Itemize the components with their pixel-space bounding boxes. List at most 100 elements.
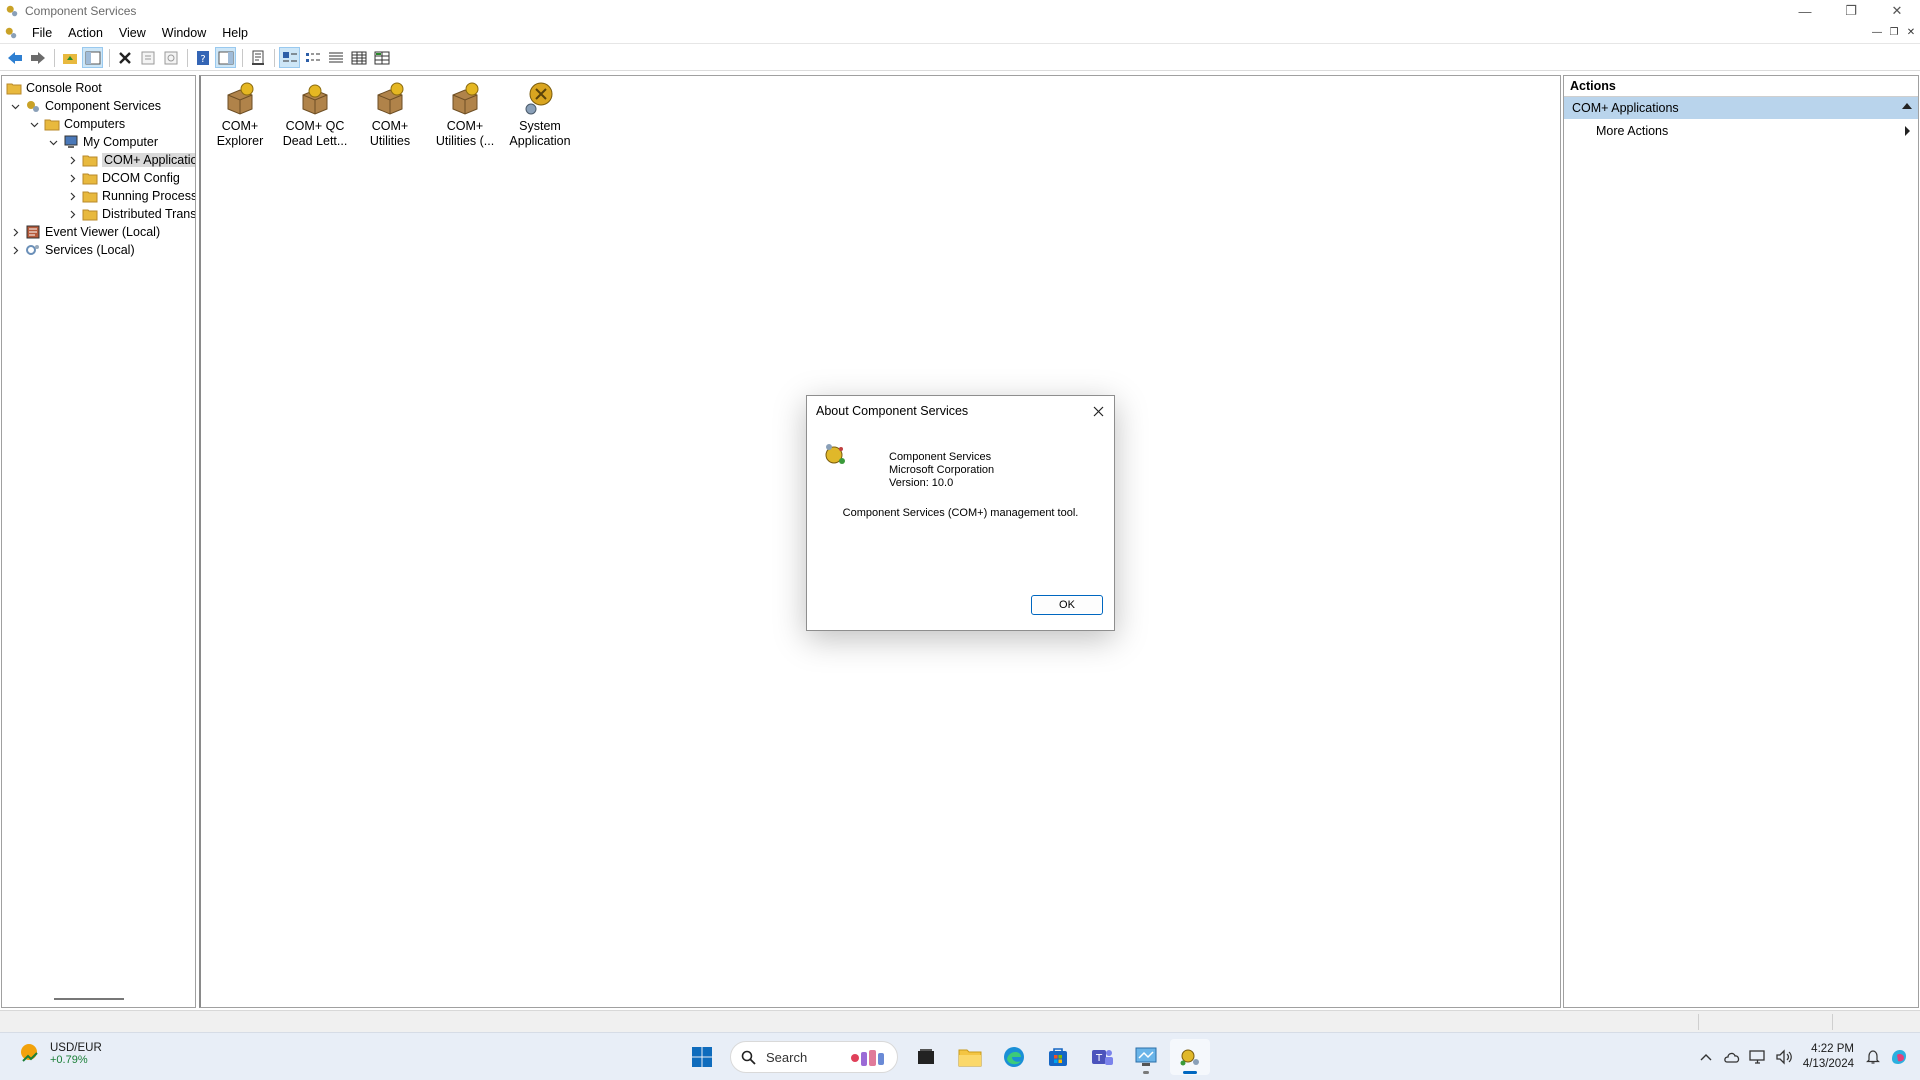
tree-item-com-applications[interactable]: COM+ Applications xyxy=(66,151,195,169)
search-icon xyxy=(741,1050,756,1065)
system-application-item[interactable]: System Application xyxy=(504,81,576,149)
remote-desktop-button[interactable] xyxy=(1126,1039,1166,1075)
console-tree-icon xyxy=(85,51,100,64)
back-button[interactable] xyxy=(4,47,25,68)
component-services-taskbar-button[interactable] xyxy=(1170,1039,1210,1075)
com-qc-dead-letter-item[interactable]: COM+ QC Dead Lett... xyxy=(279,81,351,149)
chevron-down-icon[interactable] xyxy=(9,100,21,112)
tree-item-computers[interactable]: Computers xyxy=(28,115,125,133)
chevron-down-icon[interactable] xyxy=(28,118,40,130)
tree-item-component-services[interactable]: Component Services xyxy=(9,97,161,115)
task-view-button[interactable] xyxy=(906,1039,946,1075)
large-icons-view-button[interactable] xyxy=(279,47,300,68)
tree-item-event-viewer[interactable]: Event Viewer (Local) xyxy=(9,223,160,241)
collapse-arrow-icon[interactable] xyxy=(1902,103,1912,109)
chevron-right-icon[interactable] xyxy=(66,190,78,202)
start-button[interactable] xyxy=(682,1039,722,1075)
windows-logo-icon xyxy=(692,1047,712,1067)
list-view-button[interactable] xyxy=(325,47,346,68)
restore-button[interactable]: ❐ xyxy=(1828,0,1874,22)
folder-icon xyxy=(82,155,98,167)
search-highlight-icon xyxy=(851,1050,884,1066)
ok-button[interactable]: OK xyxy=(1031,595,1103,615)
edge-browser-button[interactable] xyxy=(994,1039,1034,1075)
small-icons-view-button[interactable] xyxy=(302,47,323,68)
tree-label: COM+ Applications xyxy=(102,153,195,167)
status-view-button[interactable] xyxy=(371,47,392,68)
back-arrow-icon xyxy=(7,51,22,64)
chevron-right-icon[interactable] xyxy=(66,208,78,220)
chevron-right-icon[interactable] xyxy=(9,226,21,238)
actions-section-com-applications[interactable]: COM+ Applications xyxy=(1564,97,1918,119)
task-view-icon xyxy=(918,1049,934,1064)
teams-button[interactable]: T xyxy=(1082,1039,1122,1075)
chevron-up-icon xyxy=(1700,1054,1712,1061)
help-button[interactable]: ? xyxy=(192,47,213,68)
chevron-right-icon[interactable] xyxy=(66,154,78,166)
com-utilities-item[interactable]: COM+ Utilities xyxy=(354,81,426,149)
delete-button[interactable] xyxy=(114,47,135,68)
tree-item-distributed-transaction-coordinator[interactable]: Distributed Transaction Coordinator xyxy=(66,205,195,223)
up-one-level-button[interactable] xyxy=(59,47,80,68)
show-hide-console-tree-button[interactable] xyxy=(82,47,103,68)
network-button[interactable] xyxy=(1747,1046,1769,1068)
actions-pane: Actions COM+ Applications More Actions xyxy=(1563,75,1919,1008)
item-label-line2: Application xyxy=(509,134,571,148)
list-view-icon xyxy=(328,52,343,62)
system-menu-icon[interactable] xyxy=(4,26,18,40)
mdi-minimize-button[interactable]: — xyxy=(1870,25,1884,39)
tree-label: Component Services xyxy=(45,99,162,113)
menu-bar: File Action View Window Help — ❐ ✕ xyxy=(0,22,1920,44)
export-list-button[interactable] xyxy=(247,47,268,68)
mdi-restore-button[interactable]: ❐ xyxy=(1887,25,1901,39)
microsoft-store-button[interactable] xyxy=(1038,1039,1078,1075)
refresh-button[interactable] xyxy=(160,47,181,68)
com-explorer-item[interactable]: COM+ Explorer xyxy=(204,81,276,149)
close-button[interactable]: ✕ xyxy=(1874,0,1920,22)
onedrive-button[interactable] xyxy=(1721,1046,1743,1068)
weather-finance-widget[interactable]: USD/EUR +0.79% xyxy=(16,1041,102,1067)
chevron-right-icon[interactable] xyxy=(9,244,21,256)
more-actions-item[interactable]: More Actions xyxy=(1564,119,1918,143)
menu-window[interactable]: Window xyxy=(154,26,214,40)
mdi-close-button[interactable]: ✕ xyxy=(1904,25,1918,39)
status-separator xyxy=(1832,1014,1833,1030)
menu-action[interactable]: Action xyxy=(60,26,111,40)
component-services-icon xyxy=(825,444,845,464)
folder-icon xyxy=(44,119,60,131)
dialog-close-button[interactable] xyxy=(1090,403,1106,419)
properties-button[interactable] xyxy=(137,47,158,68)
show-hide-action-pane-button[interactable] xyxy=(215,47,236,68)
forward-button[interactable] xyxy=(27,47,48,68)
toolbar: ? xyxy=(0,45,1920,71)
small-icons-icon xyxy=(305,52,320,62)
volume-button[interactable] xyxy=(1773,1046,1795,1068)
minimize-button[interactable]: — xyxy=(1782,0,1828,22)
detail-view-button[interactable] xyxy=(348,47,369,68)
properties-icon xyxy=(141,51,154,64)
chevron-right-icon[interactable] xyxy=(66,172,78,184)
taskbar-search-box[interactable]: Search xyxy=(730,1041,898,1073)
taskbar-clock[interactable]: 4:22 PM 4/13/2024 xyxy=(1803,1042,1854,1072)
action-pane-icon xyxy=(218,51,233,64)
com-utilities-32-item[interactable]: COM+ Utilities (... xyxy=(429,81,501,149)
menu-view[interactable]: View xyxy=(111,26,154,40)
tree-item-services[interactable]: Services (Local) xyxy=(9,241,135,259)
tree-label: Console Root xyxy=(26,81,102,95)
tree-item-running-processes[interactable]: Running Processes xyxy=(66,187,195,205)
notifications-button[interactable] xyxy=(1862,1046,1884,1068)
item-label-line1: COM+ xyxy=(446,119,484,133)
folder-up-icon xyxy=(62,53,77,64)
menu-file[interactable]: File xyxy=(24,26,60,40)
chevron-down-icon[interactable] xyxy=(47,136,59,148)
show-hidden-icons-button[interactable] xyxy=(1695,1046,1717,1068)
tree-horizontal-scrollbar[interactable] xyxy=(54,998,124,1000)
item-label-line2: Dead Lett... xyxy=(282,134,348,148)
tree-item-my-computer[interactable]: My Computer xyxy=(47,133,158,151)
file-explorer-button[interactable] xyxy=(950,1039,990,1075)
tree-label: Computers xyxy=(64,117,126,131)
menu-help[interactable]: Help xyxy=(214,26,256,40)
tree-item-console-root[interactable]: Console Root xyxy=(6,79,102,97)
tree-item-dcom-config[interactable]: DCOM Config xyxy=(66,169,180,187)
copilot-button[interactable] xyxy=(1888,1046,1910,1068)
